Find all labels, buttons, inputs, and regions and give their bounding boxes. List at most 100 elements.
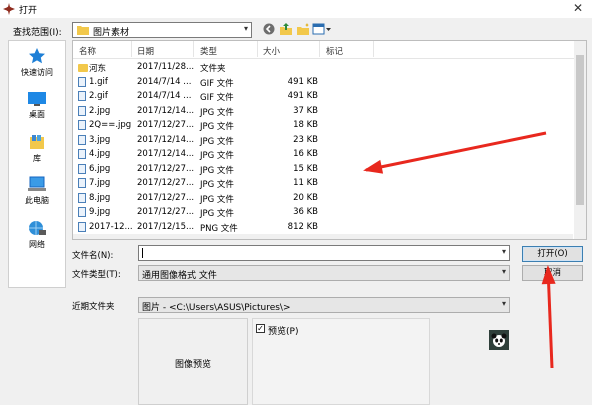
file-name: 7.jpg — [89, 178, 111, 188]
recent-folder-select[interactable]: 图片 - <C:\Users\ASUS\Pictures\> ▾ — [138, 297, 510, 313]
image-file-icon — [78, 221, 86, 232]
file-date: 2017/12/27... — [137, 192, 195, 203]
image-file-icon — [78, 134, 86, 145]
file-date: 2017/11/28... — [137, 62, 195, 72]
file-name: 4.jpg — [89, 149, 111, 159]
file-name: 2.jpg — [89, 105, 111, 116]
horizontal-scrollbar[interactable] — [73, 234, 573, 239]
place-label: 桌面 — [29, 110, 45, 119]
title-bar: 打开 ✕ — [0, 0, 592, 18]
file-date: 2017/12/15... — [137, 221, 195, 232]
file-type: JPG 文件 — [200, 122, 234, 132]
chevron-down-icon[interactable]: ▾ — [502, 267, 506, 276]
column-header-name[interactable]: 名称 — [79, 45, 96, 57]
file-date: 2017/12/27... — [137, 178, 195, 188]
file-list[interactable]: 名称 日期 类型 大小 标记 河东 2017/11/28... 文件夹 1.gif 20… — [72, 40, 587, 240]
vertical-scrollbar[interactable] — [574, 41, 586, 239]
file-row[interactable]: 1.gif 2014/7/14 ... GIF 文件 491 KB — [73, 75, 573, 90]
file-row[interactable]: 8.jpg 2017/12/27... JPG 文件 20 KB — [73, 191, 573, 206]
file-date: 2017/12/27... — [137, 207, 195, 217]
file-name: 3.jpg — [89, 134, 111, 145]
file-type: JPG 文件 — [200, 165, 234, 176]
look-in-label: 查找范围(I): — [13, 28, 62, 38]
place-network[interactable]: 网络 — [9, 219, 65, 250]
folder-icon — [78, 64, 88, 72]
file-date: 2017/12/14... — [137, 149, 195, 159]
place-quick-access[interactable]: 快速访问 — [9, 47, 65, 78]
up-folder-icon[interactable] — [279, 22, 293, 36]
image-file-icon — [78, 163, 86, 174]
image-file-icon — [78, 178, 86, 188]
file-row[interactable]: 2017-12... 2017/12/15... PNG 文件 812 KB — [73, 220, 573, 235]
view-menu-icon[interactable] — [312, 22, 332, 36]
file-row[interactable]: 3.jpg 2017/12/14... JPG 文件 23 KB — [73, 133, 573, 148]
file-row[interactable]: 7.jpg 2017/12/27... JPG 文件 11 KB — [73, 176, 573, 191]
file-date: 2017/12/27... — [137, 120, 195, 130]
file-row[interactable]: 2.gif 2014/7/14 ... GIF 文件 491 KB — [73, 89, 573, 104]
star-icon — [29, 48, 45, 64]
place-desktop[interactable]: 桌面 — [9, 91, 65, 120]
chevron-down-icon[interactable]: ▾ — [244, 24, 248, 33]
back-icon[interactable] — [262, 22, 276, 36]
filetype-label: 文件类型(T): — [72, 270, 121, 280]
cancel-button[interactable]: 取消 — [522, 265, 583, 281]
file-row[interactable]: 6.jpg 2017/12/27... JPG 文件 15 KB — [73, 162, 573, 177]
open-button[interactable]: 打开(O) — [522, 246, 583, 262]
file-row[interactable]: 2Q==.jpg 2017/12/27... JPG 文件 18 KB — [73, 118, 573, 133]
window-title: 打开 — [19, 6, 38, 16]
look-in-value: 图片素材 — [93, 28, 130, 38]
image-preview-box: 图像预览 — [138, 318, 248, 405]
place-label: 网络 — [29, 240, 45, 249]
file-size: 36 KB — [293, 207, 318, 217]
look-in-combo[interactable]: 图片素材 ▾ — [72, 22, 252, 38]
file-date: 2017/12/27... — [137, 163, 195, 174]
preview-checkbox-label[interactable]: 预览(P) — [268, 324, 298, 337]
filetype-value: 通用图像格式 文件 — [142, 271, 217, 281]
column-header-tag[interactable]: 标记 — [326, 45, 343, 57]
file-row[interactable]: 2.jpg 2017/12/14... JPG 文件 37 KB — [73, 104, 573, 119]
chevron-down-icon[interactable]: ▾ — [502, 299, 506, 308]
app-icon — [3, 3, 15, 15]
column-header-date[interactable]: 日期 — [137, 45, 154, 57]
filename-input[interactable]: ▾ — [138, 245, 510, 261]
panda-thumbnail-icon — [489, 330, 509, 350]
place-this-pc[interactable]: 此电脑 — [9, 175, 65, 206]
file-type: JPG 文件 — [200, 180, 234, 190]
filetype-select[interactable]: 通用图像格式 文件 ▾ — [138, 265, 510, 281]
file-name: 9.jpg — [89, 207, 111, 217]
file-size: 812 KB — [287, 221, 318, 232]
file-row[interactable]: 9.jpg 2017/12/27... JPG 文件 36 KB — [73, 205, 573, 220]
close-icon[interactable]: ✕ — [573, 1, 583, 15]
file-date: 2014/7/14 ... — [137, 76, 192, 87]
scrollbar-thumb[interactable] — [576, 55, 584, 205]
file-type: JPG 文件 — [200, 151, 234, 161]
column-header-type[interactable]: 类型 — [200, 45, 217, 57]
file-row[interactable]: 河东 2017/11/28... 文件夹 — [73, 60, 573, 75]
recent-folder-label: 近期文件夹 — [72, 302, 115, 312]
image-file-icon — [78, 91, 86, 101]
file-size: 491 KB — [287, 76, 318, 87]
file-row[interactable]: 4.jpg 2017/12/14... JPG 文件 16 KB — [73, 147, 573, 162]
file-size: 11 KB — [293, 178, 318, 188]
file-name: 河东 — [89, 64, 107, 74]
file-type: GIF 文件 — [200, 93, 234, 103]
file-type: JPG 文件 — [200, 136, 234, 147]
preview-checkbox[interactable]: ✓ — [256, 324, 265, 333]
image-file-icon — [78, 120, 86, 130]
column-header-size[interactable]: 大小 — [263, 45, 280, 57]
file-type: PNG 文件 — [200, 223, 238, 234]
text-caret — [142, 248, 143, 258]
new-folder-icon[interactable] — [296, 22, 310, 36]
library-icon — [30, 135, 44, 149]
place-library[interactable]: 库 — [9, 133, 65, 164]
file-type: GIF 文件 — [200, 78, 234, 89]
place-label: 库 — [33, 154, 41, 163]
file-date: 2017/12/14... — [137, 105, 195, 116]
file-date: 2014/7/14 ... — [137, 91, 192, 101]
chevron-down-icon[interactable]: ▾ — [502, 247, 506, 256]
image-preview-label: 图像预览 — [174, 360, 211, 370]
recent-folder-value: 图片 - <C:\Users\ASUS\Pictures\> — [142, 303, 291, 313]
file-size: 491 KB — [287, 91, 318, 101]
file-size: 16 KB — [293, 149, 318, 159]
file-size: 23 KB — [293, 134, 318, 145]
